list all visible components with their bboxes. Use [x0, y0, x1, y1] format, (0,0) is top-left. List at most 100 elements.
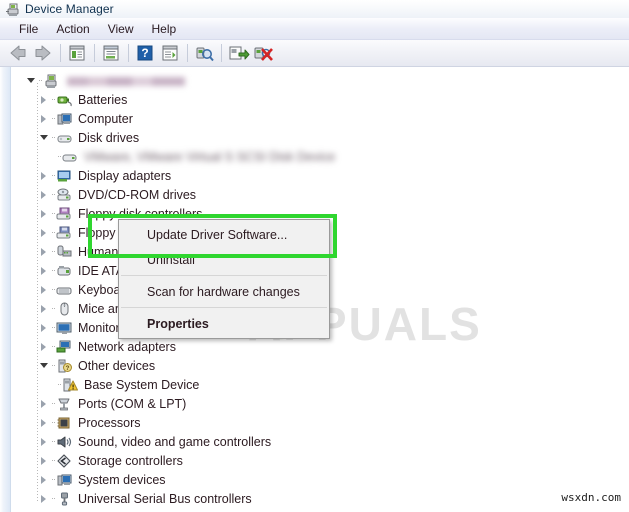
toolbar-separator: [221, 44, 222, 62]
tree-item-label: Disk drives: [78, 130, 140, 145]
tree-item-sound-controllers[interactable]: Sound, video and game controllers: [11, 432, 629, 451]
tree-item-storage-controllers[interactable]: Storage controllers: [11, 451, 629, 470]
chevron-down-icon[interactable]: [38, 128, 51, 147]
tree-item-base-system-device[interactable]: Base System Device: [11, 375, 629, 394]
chevron-right-icon[interactable]: [38, 90, 51, 109]
tree-item-label: Other devices: [78, 358, 156, 373]
uninstall-device-icon[interactable]: [251, 42, 275, 64]
device-manager-window: Device Manager File Action View Help ? B…: [0, 0, 629, 512]
ide-controller-icon: [56, 263, 73, 279]
toolbar-separator: [94, 44, 95, 62]
toolbar-separator: [187, 44, 188, 62]
dvd-drive-icon: [56, 187, 73, 203]
chevron-right-icon[interactable]: [38, 185, 51, 204]
content-area: Batteries Computer Disk drives VMware, V…: [0, 67, 629, 512]
root-twisty-icon[interactable]: [25, 71, 38, 90]
tree-item-label: DVD/CD-ROM drives: [78, 187, 197, 202]
processor-icon: [56, 415, 73, 431]
chevron-right-icon[interactable]: [38, 318, 51, 337]
device-manager-icon: [5, 1, 21, 17]
menu-view[interactable]: View: [99, 20, 143, 38]
computer-icon: [56, 111, 73, 127]
context-menu[interactable]: Update Driver Software... Uninstall Scan…: [118, 219, 330, 339]
scan-for-hardware-changes-icon[interactable]: [192, 42, 216, 64]
monitor-icon: [56, 320, 73, 336]
context-menu-item-update-driver-software[interactable]: Update Driver Software...: [119, 222, 329, 247]
tree-item-computer[interactable]: Computer: [11, 109, 629, 128]
tree-item-label: Display adapters: [78, 168, 172, 183]
properties-icon[interactable]: [99, 42, 123, 64]
show-hide-console-tree-icon[interactable]: [65, 42, 89, 64]
port-icon: [56, 396, 73, 412]
computer-root-icon: [43, 73, 60, 89]
help-icon[interactable]: ?: [133, 42, 157, 64]
system-device-icon: [56, 472, 73, 488]
show-hide-action-pane-icon[interactable]: [158, 42, 182, 64]
tree-item-label: Network adapters: [78, 339, 176, 354]
tree-item-label: Batteries: [78, 92, 128, 107]
root-label: [64, 74, 185, 88]
other-devices-icon: ?: [56, 358, 73, 374]
menu-action[interactable]: Action: [47, 20, 98, 38]
floppy-drive-icon: [56, 225, 73, 241]
tree-item-label: Processors: [78, 415, 141, 430]
tree-item-batteries[interactable]: Batteries: [11, 90, 629, 109]
tree-item-display-adapters[interactable]: Display adapters: [11, 166, 629, 185]
chevron-right-icon[interactable]: [38, 204, 51, 223]
tree-item-label: VMware, VMware Virtual S SCSI Disk Devic…: [84, 149, 336, 164]
tree-item-other-devices[interactable]: ? Other devices: [11, 356, 629, 375]
context-menu-item-scan-for-hardware-changes[interactable]: Scan for hardware changes: [119, 279, 329, 304]
tree-root-row[interactable]: [11, 71, 629, 90]
chevron-right-icon[interactable]: [38, 413, 51, 432]
tree-item-label: System devices: [78, 472, 166, 487]
context-menu-separator: [121, 307, 327, 308]
update-driver-icon[interactable]: [226, 42, 250, 64]
tree-item-label: Computer: [78, 111, 133, 126]
storage-controller-icon: [56, 453, 73, 469]
tree-item-label: Sound, video and game controllers: [78, 434, 272, 449]
hid-icon: [56, 244, 73, 260]
chevron-down-icon[interactable]: [38, 356, 51, 375]
disk-drive-icon: [56, 130, 73, 146]
chevron-right-icon[interactable]: [38, 223, 51, 242]
tree-item-vmware-disk[interactable]: VMware, VMware Virtual S SCSI Disk Devic…: [11, 147, 629, 166]
window-title: Device Manager: [25, 2, 114, 16]
svg-text:?: ?: [66, 366, 70, 372]
context-menu-item-properties[interactable]: Properties: [119, 311, 329, 336]
chevron-right-icon[interactable]: [38, 489, 51, 508]
toolbar-separator: [60, 44, 61, 62]
chevron-right-icon[interactable]: [38, 337, 51, 356]
floppy-controller-icon: [56, 206, 73, 222]
menu-bar: File Action View Help: [0, 18, 629, 40]
mouse-icon: [56, 301, 73, 317]
warning-device-icon: [62, 377, 79, 393]
chevron-right-icon[interactable]: [38, 242, 51, 261]
context-menu-item-uninstall[interactable]: Uninstall: [119, 247, 329, 272]
tree-item-usb-controllers[interactable]: Universal Serial Bus controllers: [11, 489, 629, 508]
tree-item-processors[interactable]: Processors: [11, 413, 629, 432]
svg-text:?: ?: [141, 46, 148, 60]
tree-item-ports[interactable]: Ports (COM & LPT): [11, 394, 629, 413]
chevron-right-icon[interactable]: [38, 451, 51, 470]
context-menu-separator: [121, 275, 327, 276]
back-arrow-icon[interactable]: [6, 42, 30, 64]
forward-arrow-icon[interactable]: [31, 42, 55, 64]
tree-item-network-adapters[interactable]: Network adapters: [11, 337, 629, 356]
chevron-right-icon[interactable]: [38, 470, 51, 489]
chevron-right-icon[interactable]: [38, 299, 51, 318]
menu-file[interactable]: File: [10, 20, 47, 38]
tree-item-disk-drives[interactable]: Disk drives: [11, 128, 629, 147]
chevron-right-icon[interactable]: [38, 280, 51, 299]
chevron-right-icon[interactable]: [38, 432, 51, 451]
toolbar: ?: [0, 40, 629, 67]
menu-help[interactable]: Help: [143, 20, 186, 38]
tree-item-dvd-drives[interactable]: DVD/CD-ROM drives: [11, 185, 629, 204]
display-adapter-icon: [56, 168, 73, 184]
chevron-right-icon[interactable]: [38, 166, 51, 185]
chevron-right-icon[interactable]: [38, 109, 51, 128]
chevron-right-icon[interactable]: [38, 394, 51, 413]
tree-item-system-devices[interactable]: System devices: [11, 470, 629, 489]
tree-item-label: Universal Serial Bus controllers: [78, 491, 252, 506]
chevron-right-icon[interactable]: [38, 261, 51, 280]
sound-icon: [56, 434, 73, 450]
